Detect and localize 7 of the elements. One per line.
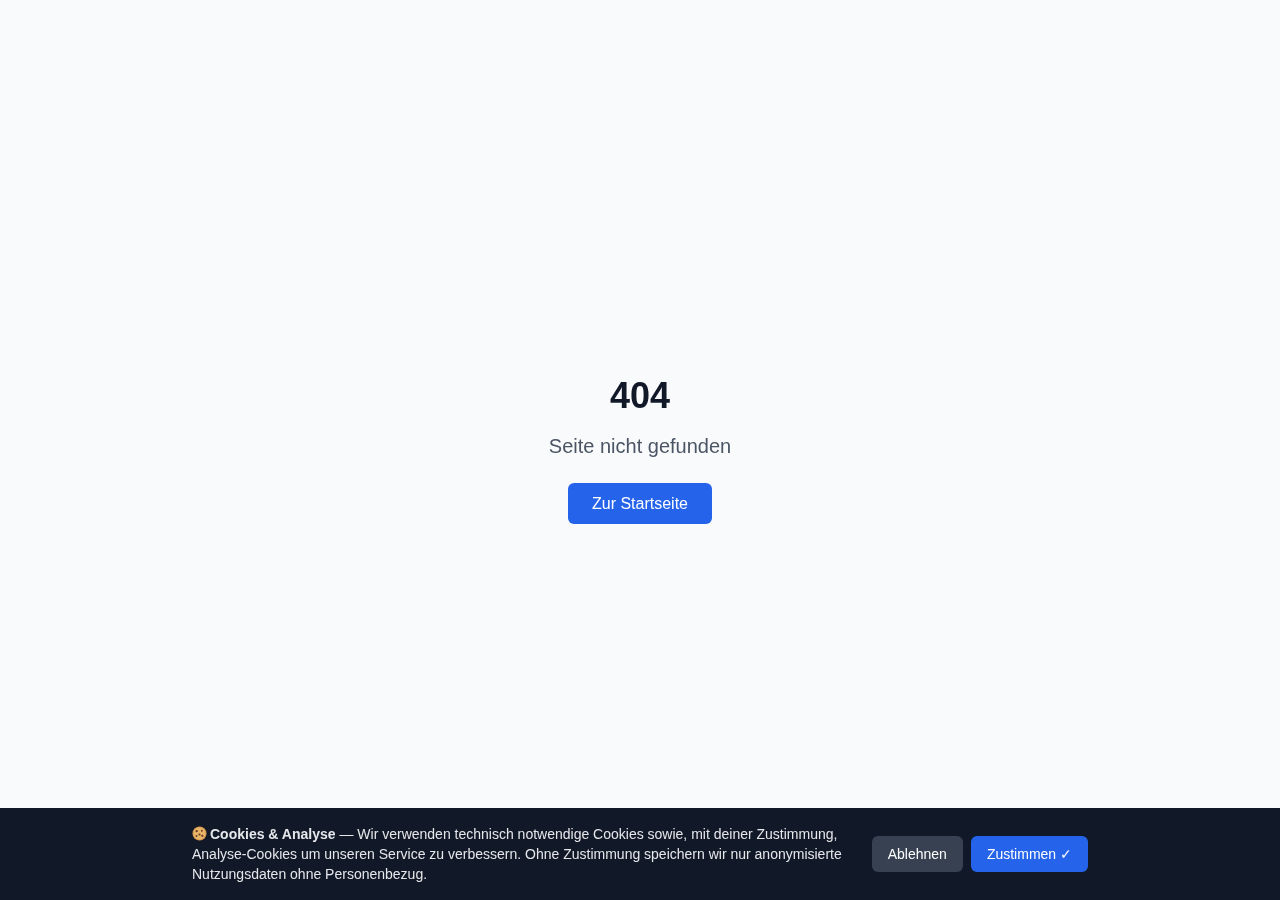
cookie-notice-text: Cookies & Analyse — Wir verwenden technisch notwendige Cookies sowie, mit deiner Zustimmung, Analyse-Cookies um unseren Service zu verbessern. Ohne Zustimmung speichern wir nur anonymisierte Nutzungsdaten ohne Personenbezug. [192,825,843,884]
error-message: Seite nicht gefunden [548,434,732,459]
error-code: 404 [609,376,671,416]
accept-button[interactable]: Zustimmen ✓ [970,836,1088,872]
cookie-icon [192,826,207,841]
home-button[interactable]: Zur Startseite [568,483,712,524]
decline-button[interactable]: Ablehnen [871,836,963,872]
